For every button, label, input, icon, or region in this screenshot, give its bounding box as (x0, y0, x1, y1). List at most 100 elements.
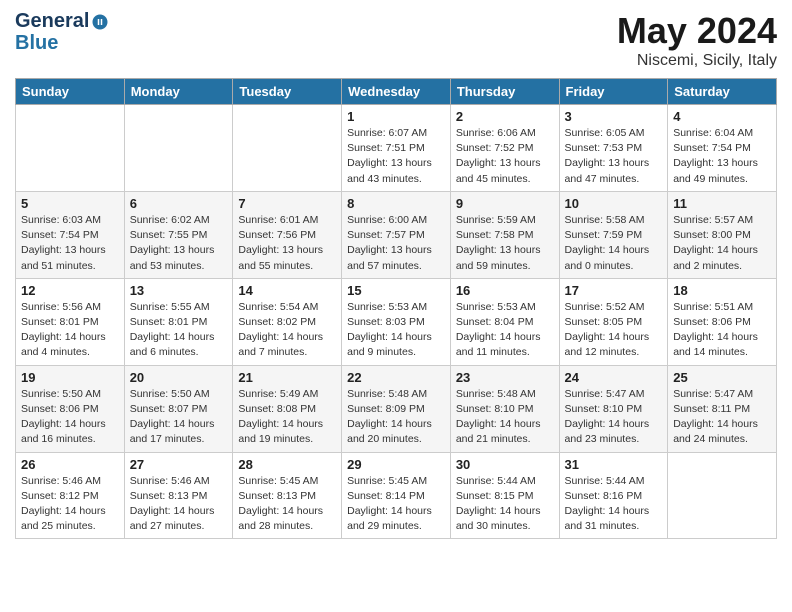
calendar-cell: 31 Sunrise: 5:44 AMSunset: 8:16 PMDayligh… (559, 452, 668, 539)
calendar-cell: 13 Sunrise: 5:55 AMSunset: 8:01 PMDayligh… (124, 278, 233, 365)
calendar-cell: 24 Sunrise: 5:47 AMSunset: 8:10 PMDayligh… (559, 365, 668, 452)
calendar-cell: 19 Sunrise: 5:50 AMSunset: 8:06 PMDayligh… (16, 365, 125, 452)
day-info: Sunrise: 5:48 AMSunset: 8:09 PMDaylight:… (347, 387, 445, 448)
calendar-cell: 14 Sunrise: 5:54 AMSunset: 8:02 PMDayligh… (233, 278, 342, 365)
weekday-header-monday: Monday (124, 79, 233, 105)
day-number: 5 (21, 196, 119, 211)
day-number: 2 (456, 109, 554, 124)
day-info: Sunrise: 6:02 AMSunset: 7:55 PMDaylight:… (130, 213, 228, 274)
day-info: Sunrise: 5:52 AMSunset: 8:05 PMDaylight:… (565, 300, 663, 361)
day-number: 12 (21, 283, 119, 298)
day-info: Sunrise: 5:45 AMSunset: 8:14 PMDaylight:… (347, 474, 445, 535)
calendar-cell: 23Sunrise: 5:48 AMSunset: 8:10 PMDayligh… (450, 365, 559, 452)
day-info: Sunrise: 5:45 AMSunset: 8:13 PMDaylight:… (238, 474, 336, 535)
logo-text: General Blue (15, 10, 109, 54)
day-info: Sunrise: 6:06 AMSunset: 7:52 PMDaylight:… (456, 126, 554, 187)
day-number: 8 (347, 196, 445, 211)
day-number: 13 (130, 283, 228, 298)
day-number: 25 (673, 370, 771, 385)
day-number: 18 (673, 283, 771, 298)
page: General Blue May 2024 Niscemi, Sicily, I… (0, 0, 792, 549)
day-number: 28 (238, 457, 336, 472)
day-number: 31 (565, 457, 663, 472)
day-info: Sunrise: 5:46 AMSunset: 8:12 PMDaylight:… (21, 474, 119, 535)
day-info: Sunrise: 5:53 AMSunset: 8:04 PMDaylight:… (456, 300, 554, 361)
location: Niscemi, Sicily, Italy (617, 52, 777, 70)
day-info: Sunrise: 5:58 AMSunset: 7:59 PMDaylight:… (565, 213, 663, 274)
weekday-header-friday: Friday (559, 79, 668, 105)
calendar-cell: 17 Sunrise: 5:52 AMSunset: 8:05 PMDayligh… (559, 278, 668, 365)
calendar-cell: 26 Sunrise: 5:46 AMSunset: 8:12 PMDayligh… (16, 452, 125, 539)
calendar-cell: 12 Sunrise: 5:56 AMSunset: 8:01 PMDayligh… (16, 278, 125, 365)
weekday-header-wednesday: Wednesday (342, 79, 451, 105)
day-info: Sunrise: 5:54 AMSunset: 8:02 PMDaylight:… (238, 300, 336, 361)
calendar-cell: 25 Sunrise: 5:47 AMSunset: 8:11 PMDayligh… (668, 365, 777, 452)
day-number: 19 (21, 370, 119, 385)
day-number: 1 (347, 109, 445, 124)
day-info: Sunrise: 5:55 AMSunset: 8:01 PMDaylight:… (130, 300, 228, 361)
day-number: 7 (238, 196, 336, 211)
weekday-header-tuesday: Tuesday (233, 79, 342, 105)
calendar-cell: 10 Sunrise: 5:58 AMSunset: 7:59 PMDayligh… (559, 191, 668, 278)
day-info: Sunrise: 5:47 AMSunset: 8:10 PMDaylight:… (565, 387, 663, 448)
logo: General Blue (15, 10, 109, 54)
calendar-cell (16, 105, 125, 192)
day-info: Sunrise: 5:48 AMSunset: 8:10 PMDaylight:… (456, 387, 554, 448)
day-number: 6 (130, 196, 228, 211)
day-number: 11 (673, 196, 771, 211)
day-number: 20 (130, 370, 228, 385)
day-info: Sunrise: 6:01 AMSunset: 7:56 PMDaylight:… (238, 213, 336, 274)
calendar-cell: 20 Sunrise: 5:50 AMSunset: 8:07 PMDayligh… (124, 365, 233, 452)
day-info: Sunrise: 5:57 AMSunset: 8:00 PMDaylight:… (673, 213, 771, 274)
day-info: Sunrise: 5:47 AMSunset: 8:11 PMDaylight:… (673, 387, 771, 448)
day-number: 14 (238, 283, 336, 298)
day-info: Sunrise: 5:44 AMSunset: 8:15 PMDaylight:… (456, 474, 554, 535)
day-info: Sunrise: 5:59 AMSunset: 7:58 PMDaylight:… (456, 213, 554, 274)
weekday-header-saturday: Saturday (668, 79, 777, 105)
day-number: 29 (347, 457, 445, 472)
calendar-cell: 8 Sunrise: 6:00 AMSunset: 7:57 PMDaylight… (342, 191, 451, 278)
calendar-cell: 1 Sunrise: 6:07 AMSunset: 7:51 PMDaylight… (342, 105, 451, 192)
day-info: Sunrise: 5:51 AMSunset: 8:06 PMDaylight:… (673, 300, 771, 361)
day-info: Sunrise: 6:03 AMSunset: 7:54 PMDaylight:… (21, 213, 119, 274)
calendar-cell: 3 Sunrise: 6:05 AMSunset: 7:53 PMDaylight… (559, 105, 668, 192)
day-number: 3 (565, 109, 663, 124)
day-info: Sunrise: 6:00 AMSunset: 7:57 PMDaylight:… (347, 213, 445, 274)
calendar-cell: 22Sunrise: 5:48 AMSunset: 8:09 PMDayligh… (342, 365, 451, 452)
calendar-cell: 4 Sunrise: 6:04 AMSunset: 7:54 PMDaylight… (668, 105, 777, 192)
calendar-cell: 18 Sunrise: 5:51 AMSunset: 8:06 PMDayligh… (668, 278, 777, 365)
day-number: 16 (456, 283, 554, 298)
day-number: 30 (456, 457, 554, 472)
day-number: 17 (565, 283, 663, 298)
calendar-cell: 29 Sunrise: 5:45 AMSunset: 8:14 PMDayligh… (342, 452, 451, 539)
day-number: 15 (347, 283, 445, 298)
day-info: Sunrise: 6:04 AMSunset: 7:54 PMDaylight:… (673, 126, 771, 187)
day-number: 4 (673, 109, 771, 124)
day-info: Sunrise: 6:05 AMSunset: 7:53 PMDaylight:… (565, 126, 663, 187)
day-info: Sunrise: 5:50 AMSunset: 8:07 PMDaylight:… (130, 387, 228, 448)
day-number: 9 (456, 196, 554, 211)
calendar-cell: 5 Sunrise: 6:03 AMSunset: 7:54 PMDaylight… (16, 191, 125, 278)
day-number: 24 (565, 370, 663, 385)
calendar-cell: 28 Sunrise: 5:45 AMSunset: 8:13 PMDayligh… (233, 452, 342, 539)
calendar-cell: 27Sunrise: 5:46 AMSunset: 8:13 PMDayligh… (124, 452, 233, 539)
calendar-cell: 6 Sunrise: 6:02 AMSunset: 7:55 PMDaylight… (124, 191, 233, 278)
day-info: Sunrise: 6:07 AMSunset: 7:51 PMDaylight:… (347, 126, 445, 187)
calendar-cell (668, 452, 777, 539)
calendar-cell: 21Sunrise: 5:49 AMSunset: 8:08 PMDayligh… (233, 365, 342, 452)
calendar-cell: 9 Sunrise: 5:59 AMSunset: 7:58 PMDaylight… (450, 191, 559, 278)
calendar-cell: 2 Sunrise: 6:06 AMSunset: 7:52 PMDaylight… (450, 105, 559, 192)
day-info: Sunrise: 5:56 AMSunset: 8:01 PMDaylight:… (21, 300, 119, 361)
day-info: Sunrise: 5:44 AMSunset: 8:16 PMDaylight:… (565, 474, 663, 535)
header: General Blue May 2024 Niscemi, Sicily, I… (15, 10, 777, 70)
month-title: May 2024 (617, 10, 777, 52)
weekday-header-sunday: Sunday (16, 79, 125, 105)
calendar-cell: 15 Sunrise: 5:53 AMSunset: 8:03 PMDayligh… (342, 278, 451, 365)
day-info: Sunrise: 5:50 AMSunset: 8:06 PMDaylight:… (21, 387, 119, 448)
weekday-header-thursday: Thursday (450, 79, 559, 105)
calendar-cell: 16 Sunrise: 5:53 AMSunset: 8:04 PMDayligh… (450, 278, 559, 365)
day-info: Sunrise: 5:53 AMSunset: 8:03 PMDaylight:… (347, 300, 445, 361)
day-number: 10 (565, 196, 663, 211)
day-number: 26 (21, 457, 119, 472)
calendar-cell (124, 105, 233, 192)
